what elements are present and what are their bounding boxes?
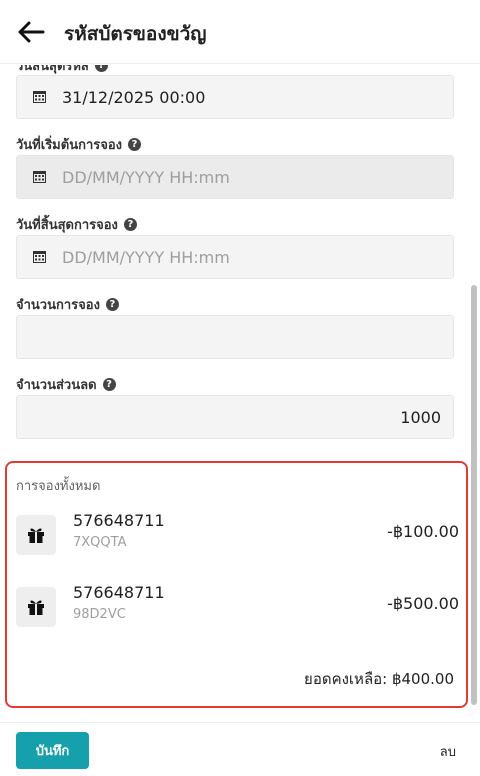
booking-amount: -฿500.00	[387, 594, 459, 613]
scrollbar[interactable]	[471, 65, 478, 722]
expiry-date-value: 31/12/2025 00:00	[62, 87, 206, 107]
discount-count-value: 1000	[400, 407, 441, 427]
footer-bar: บันทึก ลบ	[0, 722, 480, 776]
bookings-title: การจองทั้งหมด	[16, 479, 101, 494]
booking-code: 576648711	[73, 583, 165, 602]
booking-start-label-text: วันที่เริ่มต้นการจอง	[16, 138, 123, 153]
help-icon[interactable]: ?	[128, 138, 142, 151]
discount-count-label: จำนวนส่วนลด ?	[16, 374, 116, 395]
app-header: รหัสบัตรของขวัญ	[0, 0, 480, 64]
booking-end-placeholder: DD/MM/YYYY HH:mm	[62, 247, 230, 267]
remaining-balance: ยอดคงเหลือ: ฿400.00	[304, 670, 454, 688]
booking-count-input[interactable]	[16, 315, 454, 359]
calendar-icon	[33, 171, 46, 183]
bookings-panel: การจองทั้งหมด 576648711 7XQQTA -฿100.00	[5, 461, 468, 708]
booking-count-label: จำนวนการจอง ?	[16, 294, 119, 315]
help-icon[interactable]: ?	[123, 218, 137, 231]
booking-item[interactable]: 576648711 98D2VC -฿500.00	[16, 583, 459, 631]
booking-item[interactable]: 576648711 7XQQTA -฿100.00	[16, 511, 459, 559]
help-icon[interactable]: ?	[105, 298, 119, 311]
page-title: รหัสบัตรของขวัญ	[64, 23, 207, 45]
booking-end-label-text: วันที่สิ้นสุดการจอง	[16, 218, 118, 233]
booking-reference: 98D2VC	[73, 607, 126, 622]
booking-end-input[interactable]: DD/MM/YYYY HH:mm	[16, 235, 454, 279]
gift-icon	[16, 515, 56, 555]
booking-start-input[interactable]: DD/MM/YYYY HH:mm	[16, 155, 454, 199]
booking-reference: 7XQQTA	[73, 535, 127, 550]
discount-count-input[interactable]: 1000	[16, 395, 454, 439]
booking-start-label: วันที่เริ่มต้นการจอง ?	[16, 134, 142, 155]
scrollbar-thumb[interactable]	[471, 285, 477, 705]
booking-end-label: วันที่สิ้นสุดการจอง ?	[16, 214, 137, 235]
booking-count-label-text: จำนวนการจอง	[16, 298, 100, 313]
calendar-icon	[33, 91, 46, 103]
expiry-date-input[interactable]: 31/12/2025 00:00	[16, 75, 454, 119]
gift-icon	[16, 587, 56, 627]
back-arrow-icon[interactable]	[17, 20, 45, 44]
help-icon[interactable]: ?	[94, 65, 108, 72]
save-button[interactable]: บันทึก	[16, 732, 89, 769]
calendar-icon	[33, 251, 46, 263]
discount-count-label-text: จำนวนส่วนลด	[16, 378, 97, 393]
help-icon[interactable]: ?	[102, 378, 116, 391]
delete-button[interactable]: ลบ	[440, 741, 456, 762]
booking-amount: -฿100.00	[387, 522, 459, 541]
booking-code: 576648711	[73, 511, 165, 530]
booking-start-placeholder: DD/MM/YYYY HH:mm	[62, 167, 230, 187]
